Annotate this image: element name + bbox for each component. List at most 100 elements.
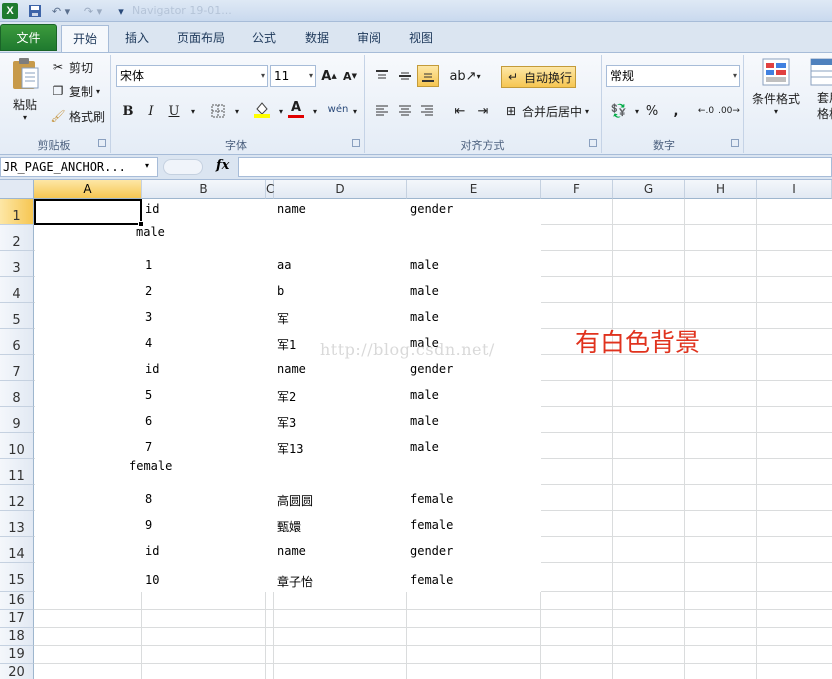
cell-name[interactable]: 高圆圆: [277, 492, 313, 509]
cell-name[interactable]: 军13: [277, 440, 303, 457]
cell-id[interactable]: 5: [145, 388, 152, 402]
cell-id[interactable]: 6: [145, 414, 152, 428]
active-cell-a1[interactable]: [34, 199, 142, 225]
cell-gender[interactable]: male: [410, 414, 439, 428]
align-center-icon[interactable]: [395, 101, 415, 121]
tab-file[interactable]: 文件: [0, 24, 57, 51]
cell-gender[interactable]: male: [410, 440, 439, 454]
borders-icon[interactable]: [208, 101, 228, 121]
row-header-17[interactable]: 17: [0, 610, 34, 628]
select-all-corner[interactable]: [0, 180, 34, 199]
save-icon[interactable]: [27, 3, 43, 19]
tab-formulas[interactable]: 公式: [240, 25, 288, 52]
fill-handle[interactable]: [138, 221, 144, 227]
copy-button[interactable]: ❐ 复制 ▾: [50, 81, 100, 101]
row-header-5[interactable]: 5: [0, 303, 34, 329]
accounting-format-icon[interactable]: 💱: [609, 101, 629, 121]
undo-button[interactable]: ↶ ▾: [50, 3, 72, 19]
align-bottom-icon[interactable]: [417, 65, 439, 87]
cut-button[interactable]: ✂ 剪切: [50, 57, 93, 77]
conditional-formatting-button[interactable]: 条件格式 ▾: [750, 57, 802, 129]
insert-function-button[interactable]: fx: [216, 158, 229, 173]
increase-indent-icon[interactable]: ⇥: [473, 101, 493, 121]
cell-name[interactable]: name: [277, 202, 306, 216]
quick-access-customize-button[interactable]: ▾: [114, 3, 128, 19]
borders-dropdown-icon[interactable]: ▾: [227, 101, 247, 121]
row-header-20[interactable]: 20: [0, 664, 34, 679]
phonetic-dropdown-icon[interactable]: ▾: [345, 101, 365, 121]
decrease-decimal-icon[interactable]: .00→: [718, 101, 740, 121]
row-header-11[interactable]: 11: [0, 459, 34, 485]
cell-id[interactable]: id: [145, 362, 159, 376]
shrink-font-button[interactable]: A ▼: [340, 66, 360, 86]
column-header-i[interactable]: I: [757, 180, 832, 199]
cell-gender[interactable]: gender: [410, 544, 453, 558]
cell-name[interactable]: 军: [277, 310, 289, 327]
tab-review[interactable]: 审阅: [345, 25, 393, 52]
worksheet-grid[interactable]: ABCDEFGHI 1 2 3 4 5 6 7 8 9 10 11 12 13 14 15 16 17 18 19 2…: [0, 180, 832, 679]
row-header-13[interactable]: 13: [0, 511, 34, 537]
cell-gender[interactable]: gender: [410, 362, 453, 376]
number-launcher-icon[interactable]: [731, 139, 739, 147]
bold-button[interactable]: B: [118, 101, 138, 121]
row-header-10[interactable]: 10: [0, 433, 34, 459]
underline-dropdown-icon[interactable]: ▾: [183, 101, 203, 121]
cell-group-label[interactable]: male: [136, 225, 165, 239]
comma-button[interactable]: ,: [666, 101, 686, 121]
cell-gender[interactable]: male: [410, 258, 439, 272]
cell-gender[interactable]: female: [410, 518, 453, 532]
tab-view[interactable]: 视图: [397, 25, 445, 52]
format-painter-button[interactable]: 🖌 格式刷: [50, 106, 105, 126]
wrap-text-button[interactable]: ↵ 自动换行: [501, 66, 577, 88]
cell-gender[interactable]: male: [410, 388, 439, 402]
redo-button[interactable]: ↷ ▾: [82, 3, 104, 19]
cell-id[interactable]: 1: [145, 258, 152, 272]
cell-gender[interactable]: male: [410, 284, 439, 298]
column-header-f[interactable]: F: [541, 180, 613, 199]
row-header-18[interactable]: 18: [0, 628, 34, 646]
name-box[interactable]: JR_PAGE_ANCHOR...: [0, 157, 158, 177]
cell-id[interactable]: 3: [145, 310, 152, 324]
paste-button[interactable]: 粘贴 ▾: [6, 57, 44, 129]
row-header-14[interactable]: 14: [0, 537, 34, 563]
tab-insert[interactable]: 插入: [113, 25, 161, 52]
cell-id[interactable]: 7: [145, 440, 152, 454]
italic-button[interactable]: I: [141, 101, 161, 121]
font-color-icon[interactable]: A: [286, 99, 306, 119]
increase-decimal-icon[interactable]: ←.0: [696, 101, 716, 121]
row-header-9[interactable]: 9: [0, 407, 34, 433]
row-header-7[interactable]: 7: [0, 355, 34, 381]
formula-bar-splitter[interactable]: [163, 159, 203, 175]
cell-name[interactable]: 军2: [277, 388, 296, 405]
font-name-select[interactable]: 宋体 ▾: [116, 65, 268, 87]
cell-name[interactable]: name: [277, 362, 306, 376]
cell-gender[interactable]: female: [410, 573, 453, 587]
cell-id[interactable]: 8: [145, 492, 152, 506]
row-header-1[interactable]: 1: [0, 199, 34, 225]
cell-id[interactable]: 10: [145, 573, 159, 587]
row-header-4[interactable]: 4: [0, 277, 34, 303]
cell-gender[interactable]: male: [410, 310, 439, 324]
row-header-16[interactable]: 16: [0, 592, 34, 610]
format-as-table-button[interactable]: 套用表格格式: [805, 57, 832, 129]
column-header-a[interactable]: A: [34, 180, 142, 199]
cell-id[interactable]: 9: [145, 518, 152, 532]
align-left-icon[interactable]: [372, 101, 392, 121]
font-launcher-icon[interactable]: [352, 139, 360, 147]
row-header-8[interactable]: 8: [0, 381, 34, 407]
grow-font-button[interactable]: A ▲: [319, 66, 339, 86]
cell-gender[interactable]: gender: [410, 202, 453, 216]
formula-input[interactable]: [238, 157, 832, 177]
row-header-19[interactable]: 19: [0, 646, 34, 664]
tab-page-layout[interactable]: 页面布局: [165, 25, 237, 52]
underline-button[interactable]: U: [164, 101, 184, 121]
cell-name[interactable]: b: [277, 284, 284, 298]
number-format-select[interactable]: 常规 ▾: [606, 65, 740, 87]
row-header-12[interactable]: 12: [0, 485, 34, 511]
cell-id[interactable]: id: [145, 202, 159, 216]
cell-name[interactable]: 军1: [277, 336, 296, 353]
column-header-e[interactable]: E: [407, 180, 541, 199]
clipboard-launcher-icon[interactable]: [98, 139, 106, 147]
cell-id[interactable]: id: [145, 544, 159, 558]
row-header-6[interactable]: 6: [0, 329, 34, 355]
